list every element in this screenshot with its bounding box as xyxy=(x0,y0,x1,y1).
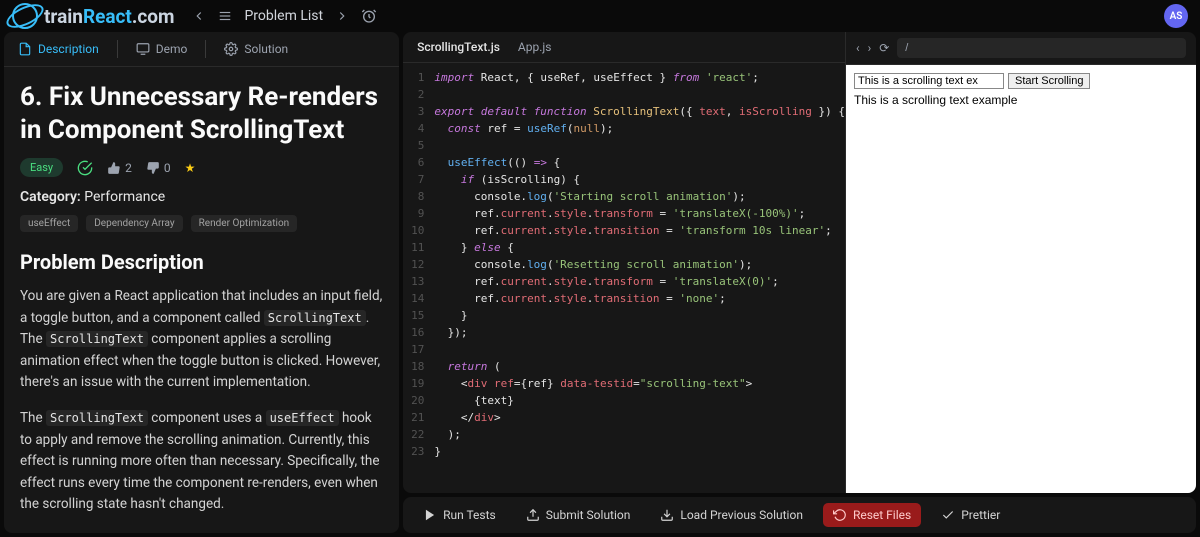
solved-icon xyxy=(77,160,93,176)
tab-description[interactable]: Description xyxy=(18,42,99,56)
category: Category: Performance xyxy=(20,189,383,205)
upload-icon xyxy=(526,508,540,522)
reset-label: Reset Files xyxy=(853,508,911,522)
difficulty-badge: Easy xyxy=(20,158,63,177)
run-tests-button[interactable]: Run Tests xyxy=(413,503,506,527)
tab-separator xyxy=(117,40,118,58)
tag[interactable]: useEffect xyxy=(20,215,78,232)
prettier-button[interactable]: Prettier xyxy=(931,503,1010,527)
reset-files-button[interactable]: Reset Files xyxy=(823,503,921,527)
solution-icon xyxy=(224,42,238,56)
category-value: Performance xyxy=(84,189,165,205)
paragraph: The ScrollingText component uses a useEf… xyxy=(20,408,383,516)
load-previous-button[interactable]: Load Previous Solution xyxy=(650,503,813,527)
brand-part2: React xyxy=(83,5,132,28)
tab-solution[interactable]: Solution xyxy=(224,42,288,56)
preview-forward-icon[interactable]: › xyxy=(868,41,872,55)
timer-icon[interactable] xyxy=(361,8,377,24)
preview-output-text: This is a scrolling text example xyxy=(854,93,1188,107)
problem-title: 6. Fix Unnecessary Re-renders in Compone… xyxy=(20,81,383,146)
nav-back-icon[interactable] xyxy=(192,9,206,23)
react-icon xyxy=(12,3,38,29)
section-problem-description: Problem Description xyxy=(20,250,383,274)
submit-label: Submit Solution xyxy=(546,508,631,522)
likes-count: 2 xyxy=(125,161,132,175)
star-icon[interactable]: ★ xyxy=(185,161,196,175)
paragraph: You are given a React application that i… xyxy=(20,286,383,394)
nav-forward-icon[interactable] xyxy=(335,9,349,23)
download-icon xyxy=(660,508,674,522)
menu-icon[interactable] xyxy=(218,9,232,23)
description-icon xyxy=(18,42,32,56)
file-tab[interactable]: ScrollingText.js xyxy=(417,40,500,54)
tab-separator xyxy=(205,40,206,58)
code-inline: useEffect xyxy=(266,410,339,426)
reset-icon xyxy=(833,508,847,522)
tag[interactable]: Render Optimization xyxy=(191,215,298,232)
tab-demo[interactable]: Demo xyxy=(136,42,188,56)
preview-frame: Start Scrolling This is a scrolling text… xyxy=(846,65,1196,493)
preview-text-input[interactable] xyxy=(854,73,1004,89)
tab-demo-label: Demo xyxy=(156,42,188,56)
avatar[interactable]: AS xyxy=(1164,4,1188,28)
paragraph: You can confirm this behaviour everytime… xyxy=(20,530,383,533)
category-label: Category: xyxy=(20,189,81,205)
file-tab[interactable]: App.js xyxy=(518,40,552,54)
demo-icon xyxy=(136,42,150,56)
brand-part3: .com xyxy=(132,5,175,28)
tab-solution-label: Solution xyxy=(244,42,288,56)
code-inline: ScrollingText xyxy=(46,331,148,347)
tag[interactable]: Dependency Array xyxy=(86,215,182,232)
check-icon xyxy=(941,508,955,522)
brand-part1: train xyxy=(44,5,83,28)
dislikes-count: 0 xyxy=(164,161,171,175)
problem-list-link[interactable]: Problem List xyxy=(244,8,323,24)
load-label: Load Previous Solution xyxy=(680,508,803,522)
submit-solution-button[interactable]: Submit Solution xyxy=(516,503,641,527)
preview-back-icon[interactable]: ‹ xyxy=(856,41,860,55)
likes[interactable]: 2 xyxy=(107,161,132,175)
preview-start-button[interactable]: Start Scrolling xyxy=(1008,73,1090,89)
code-editor[interactable]: 1234567891011121314151617181920212223 im… xyxy=(403,63,845,493)
preview-refresh-icon[interactable]: ⟳ xyxy=(879,41,889,55)
run-tests-label: Run Tests xyxy=(443,508,496,522)
code-inline: ScrollingText xyxy=(264,310,366,326)
brand-logo[interactable]: trainReact.com xyxy=(12,3,174,29)
code-inline: ScrollingText xyxy=(46,410,148,426)
prettier-label: Prettier xyxy=(961,508,1000,522)
dislikes[interactable]: 0 xyxy=(146,161,171,175)
tab-description-label: Description xyxy=(38,42,99,56)
preview-url-input[interactable] xyxy=(897,38,1186,58)
play-icon xyxy=(423,508,437,522)
